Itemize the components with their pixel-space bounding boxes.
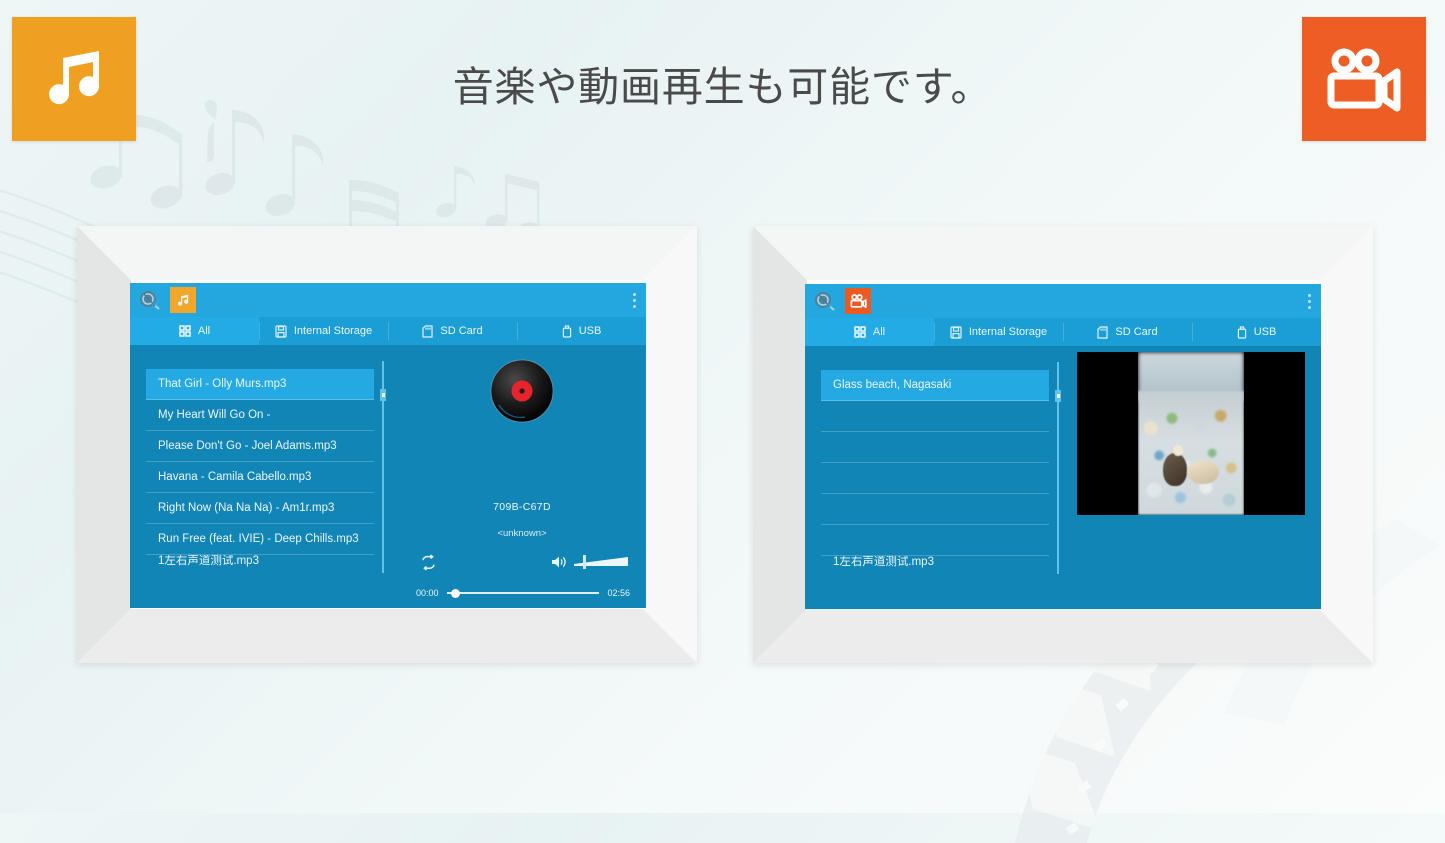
music-note-icon	[177, 294, 188, 306]
video-mode-button[interactable]	[845, 288, 871, 314]
list-item[interactable]: Right Now (Na Na Na) - Am1r.mp3	[146, 493, 374, 524]
overflow-menu-icon[interactable]	[633, 283, 636, 317]
usb-drive-icon	[562, 324, 571, 338]
playlist-scrollbar[interactable]	[1055, 362, 1061, 574]
list-item[interactable]: Run Free (feat. IVIE) - Deep Chills.mp3	[146, 524, 374, 555]
volume-slider[interactable]	[574, 555, 628, 569]
music-tab-bar: All Internal Storage SD Card USB	[130, 317, 646, 345]
video-body: Glass beach, Nagasaki 1左右声道测试.mp3	[805, 346, 1321, 609]
video-preview[interactable]	[1077, 352, 1305, 515]
internal-storage-icon	[275, 324, 287, 338]
list-item[interactable]	[821, 463, 1049, 494]
tab-internal-storage-label: Internal Storage	[968, 326, 1048, 338]
sd-card-icon	[422, 324, 434, 338]
tab-sd-card[interactable]: SD Card	[1063, 318, 1192, 346]
track-title: 709B-C67D	[493, 501, 551, 513]
volume-icon[interactable]	[551, 555, 567, 569]
tab-all[interactable]: All	[805, 318, 934, 346]
tab-usb-label: USB	[1253, 326, 1277, 338]
tab-all[interactable]: All	[130, 317, 259, 345]
tab-usb-label: USB	[578, 325, 602, 337]
grid-icon	[854, 326, 866, 338]
music-body: That Girl - Olly Murs.mp3 My Heart Will …	[130, 345, 646, 608]
vinyl-disc-icon	[490, 359, 554, 423]
list-item[interactable]	[821, 401, 1049, 432]
list-item[interactable]: That Girl - Olly Murs.mp3	[146, 369, 374, 400]
list-item[interactable]: My Heart Will Go On -	[146, 400, 374, 431]
page-title: 音楽や動画再生も可能です。	[452, 63, 993, 111]
tab-internal-storage[interactable]: Internal Storage	[934, 318, 1063, 346]
music-app-bar	[130, 283, 646, 317]
elapsed-time: 00:00	[416, 588, 439, 598]
video-tab-bar: All Internal Storage SD Card USB	[805, 318, 1321, 346]
app-logo-icon	[811, 289, 839, 313]
tab-usb[interactable]: USB	[1192, 318, 1321, 346]
list-item[interactable]	[821, 432, 1049, 463]
grid-icon	[179, 325, 191, 337]
list-item[interactable]: 1左右声道测试.mp3	[146, 555, 374, 569]
track-artist: <unknown>	[497, 528, 547, 539]
tab-internal-storage-label: Internal Storage	[293, 325, 373, 337]
sd-card-icon	[1097, 325, 1109, 339]
tab-usb[interactable]: USB	[517, 317, 646, 345]
internal-storage-icon	[950, 325, 962, 339]
video-player-screen: All Internal Storage SD Card USB Glass b…	[805, 284, 1321, 609]
secondary-controls	[420, 552, 628, 572]
tab-sd-card-label: SD Card	[440, 325, 483, 337]
playlist-scrollbar[interactable]	[380, 361, 386, 573]
list-item[interactable]: Glass beach, Nagasaki	[821, 370, 1049, 401]
usb-drive-icon	[1237, 325, 1246, 339]
list-item[interactable]	[821, 494, 1049, 525]
seek-slider[interactable]	[446, 588, 600, 598]
now-playing-panel: 709B-C67D <unknown> 00:00 02:56	[398, 345, 646, 608]
repeat-icon[interactable]	[420, 553, 437, 570]
overflow-menu-icon[interactable]	[1308, 284, 1311, 318]
list-item[interactable]: Please Don't Go - Joel Adams.mp3	[146, 431, 374, 462]
music-player-screen: All Internal Storage SD Card USB That Gi…	[130, 283, 646, 608]
tab-all-label: All	[197, 325, 211, 337]
music-playlist: That Girl - Olly Murs.mp3 My Heart Will …	[146, 369, 374, 569]
list-item[interactable]: Havana - Camila Cabello.mp3	[146, 462, 374, 493]
seek-row: 00:00 02:56	[416, 588, 630, 598]
list-item[interactable]: 1左右声道测试.mp3	[821, 556, 1049, 570]
tab-sd-card[interactable]: SD Card	[388, 317, 517, 345]
tab-sd-card-label: SD Card	[1115, 326, 1158, 338]
tab-internal-storage[interactable]: Internal Storage	[259, 317, 388, 345]
tab-all-label: All	[872, 326, 886, 338]
video-playlist: Glass beach, Nagasaki 1左右声道测试.mp3	[821, 370, 1049, 570]
list-item[interactable]	[821, 525, 1049, 556]
app-logo-icon	[136, 288, 164, 312]
volume-control[interactable]	[551, 555, 628, 569]
video-frame-image	[1138, 352, 1244, 515]
total-duration: 02:56	[607, 588, 630, 598]
video-app-bar	[805, 284, 1321, 318]
music-mode-button[interactable]	[170, 287, 196, 313]
movie-camera-icon	[850, 294, 867, 309]
